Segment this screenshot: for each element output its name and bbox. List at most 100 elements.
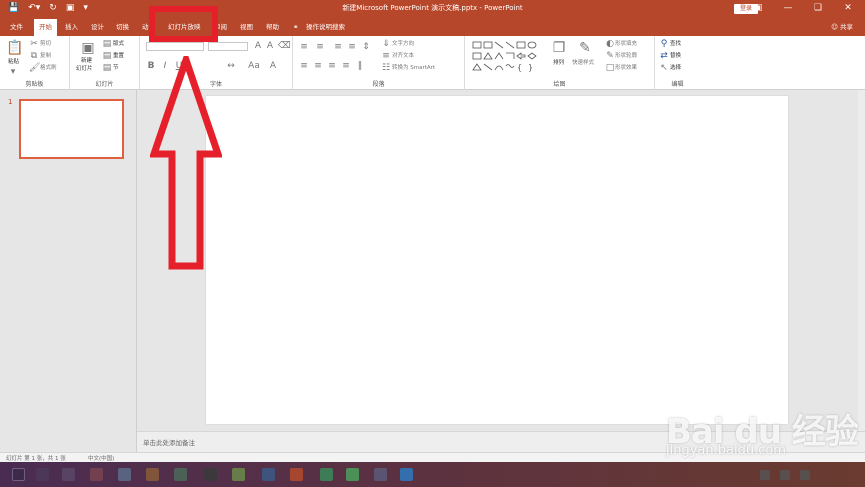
shape-outline-icon[interactable]: ✎ — [605, 51, 615, 61]
ribbon: 📋 粘贴 ▾ ✂ 剪切 ⧉ 复制 🖌 格式刷 剪贴板 ▣ 新建 幻灯片 ▤ 版式… — [0, 36, 865, 90]
app-icon[interactable] — [174, 468, 187, 481]
tab-animations[interactable]: 动 — [142, 22, 149, 32]
drawing-group: {} ❐ 排列 ✎ 快速样式 ◐ 形状填充 ✎ 形状轮廓 □ 形状效果 绘图 — [465, 36, 655, 90]
shape-outline-button[interactable]: 形状轮廓 — [615, 52, 637, 60]
app-icon[interactable] — [346, 468, 359, 481]
convert-smartart-button[interactable]: 转换为 SmartArt — [392, 64, 435, 72]
numbering-icon[interactable]: ≡ — [315, 42, 325, 52]
align-right-icon[interactable]: ≡ — [327, 61, 337, 71]
paste-icon[interactable]: 📋 — [6, 40, 23, 56]
slide-thumbnail[interactable] — [19, 99, 124, 159]
restore-icon[interactable]: ❏ — [811, 3, 825, 14]
char-spacing-icon[interactable]: ↔ — [226, 61, 236, 71]
ribbon-display-icon[interactable]: ▣ — [751, 3, 765, 14]
clipboard-group-label: 剪贴板 — [25, 81, 44, 88]
increase-font-icon[interactable]: A — [252, 41, 264, 51]
paste-button[interactable]: 粘贴 — [8, 58, 19, 66]
powerpoint-taskbar-icon[interactable] — [290, 468, 303, 481]
tell-me-search[interactable]: 操作说明搜索 — [306, 22, 345, 32]
slide-canvas[interactable] — [206, 96, 788, 424]
find-button[interactable]: 查找 — [670, 40, 681, 48]
search-taskbar-icon[interactable] — [36, 468, 49, 481]
slides-group: ▣ 新建 幻灯片 ▤ 版式 ▤ 重置 ▤ 节 幻灯片 — [70, 36, 140, 90]
shape-fill-icon[interactable]: ◐ — [605, 39, 615, 49]
select-icon[interactable]: ↖ — [659, 63, 669, 73]
font-name-input[interactable] — [146, 42, 204, 51]
new-slide-label-2[interactable]: 幻灯片 — [76, 65, 93, 73]
tab-view[interactable]: 视图 — [240, 22, 253, 32]
app-icon[interactable] — [204, 468, 217, 481]
layout-icon[interactable]: ▤ — [102, 39, 112, 49]
reset-icon[interactable]: ▤ — [102, 51, 112, 61]
align-text-icon[interactable]: ≡ — [381, 51, 391, 61]
decrease-indent-icon[interactable]: ≡ — [333, 42, 343, 52]
change-case-icon[interactable]: Aa — [248, 61, 260, 71]
app-icon[interactable] — [320, 468, 333, 481]
font-size-input[interactable] — [208, 42, 248, 51]
app-icon[interactable] — [232, 468, 245, 481]
cut-button[interactable]: 剪切 — [40, 40, 51, 48]
tab-home[interactable]: 开始 — [34, 19, 57, 36]
align-left-icon[interactable]: ≡ — [299, 61, 309, 71]
app-icon[interactable] — [374, 468, 387, 481]
minimize-icon[interactable]: — — [781, 3, 795, 14]
text-direction-button[interactable]: 文字方向 — [392, 40, 414, 48]
replace-icon[interactable]: ⇄ — [659, 51, 669, 61]
section-icon[interactable]: ▤ — [102, 63, 112, 73]
app-icon[interactable] — [118, 468, 131, 481]
share-button[interactable]: ☺ 共享 — [831, 22, 853, 32]
format-painter-icon[interactable]: 🖌 — [29, 63, 40, 73]
paragraph-group-label: 段落 — [372, 81, 385, 88]
tab-help[interactable]: 帮助 — [266, 22, 279, 32]
copy-icon[interactable]: ⧉ — [29, 51, 39, 61]
format-painter-button[interactable]: 格式刷 — [40, 64, 57, 72]
language-indicator[interactable]: 中文(中国) — [88, 454, 114, 462]
reset-button[interactable]: 重置 — [113, 52, 124, 60]
tab-transitions[interactable]: 切换 — [116, 22, 129, 32]
decrease-font-icon[interactable]: A — [264, 41, 276, 51]
lightbulb-icon: ⚭ — [293, 23, 299, 31]
tab-design[interactable]: 设计 — [91, 22, 104, 32]
new-slide-label-1[interactable]: 新建 — [81, 57, 92, 65]
search-icon[interactable]: ⚲ — [659, 39, 669, 49]
line-spacing-icon[interactable]: ⇕ — [361, 42, 371, 52]
align-text-button[interactable]: 对齐文本 — [392, 52, 414, 60]
arrange-icon[interactable]: ❐ — [551, 40, 567, 56]
svg-text:{: { — [517, 63, 522, 72]
shape-effects-button[interactable]: 形状效果 — [615, 64, 637, 72]
new-slide-icon[interactable]: ▣ — [80, 40, 96, 56]
vertical-scrollbar[interactable] — [858, 90, 865, 431]
editing-group: ⚲ 查找 ⇄ 替换 ↖ 选择 编辑 — [655, 36, 700, 90]
app-icon[interactable] — [146, 468, 159, 481]
arrange-button[interactable]: 排列 — [553, 59, 564, 67]
app-icon[interactable] — [400, 468, 413, 481]
align-center-icon[interactable]: ≡ — [313, 61, 323, 71]
justify-icon[interactable]: ≡ — [341, 61, 351, 71]
app-icon[interactable] — [90, 468, 103, 481]
tab-insert[interactable]: 插入 — [65, 22, 78, 32]
bullets-icon[interactable]: ≡ — [299, 42, 309, 52]
annotation-highlight-box — [149, 6, 218, 42]
cut-icon[interactable]: ✂ — [29, 39, 39, 49]
font-color-icon[interactable]: A — [268, 61, 278, 71]
task-view-icon[interactable] — [62, 468, 75, 481]
quick-styles-button[interactable]: 快速样式 — [572, 59, 594, 67]
start-icon[interactable] — [12, 468, 25, 481]
tab-file[interactable]: 文件 — [10, 22, 23, 32]
section-button[interactable]: 节 — [113, 64, 119, 72]
replace-button[interactable]: 替换 — [670, 52, 681, 60]
layout-button[interactable]: 版式 — [113, 40, 124, 48]
select-button[interactable]: 选择 — [670, 64, 681, 72]
quick-styles-icon[interactable]: ✎ — [577, 40, 593, 56]
copy-button[interactable]: 复制 — [40, 52, 51, 60]
shape-effects-icon[interactable]: □ — [605, 63, 615, 73]
increase-indent-icon[interactable]: ≡ — [347, 42, 357, 52]
shape-fill-button[interactable]: 形状填充 — [615, 40, 637, 48]
close-icon[interactable]: ✕ — [841, 3, 855, 14]
shapes-gallery[interactable]: {} — [471, 40, 543, 74]
smartart-icon[interactable]: ☷ — [381, 63, 391, 73]
text-direction-icon[interactable]: ⇓ — [381, 39, 391, 49]
clear-format-icon[interactable]: ⌫ — [278, 41, 291, 51]
app-icon[interactable] — [262, 468, 275, 481]
columns-icon[interactable]: ‖ — [355, 61, 365, 71]
